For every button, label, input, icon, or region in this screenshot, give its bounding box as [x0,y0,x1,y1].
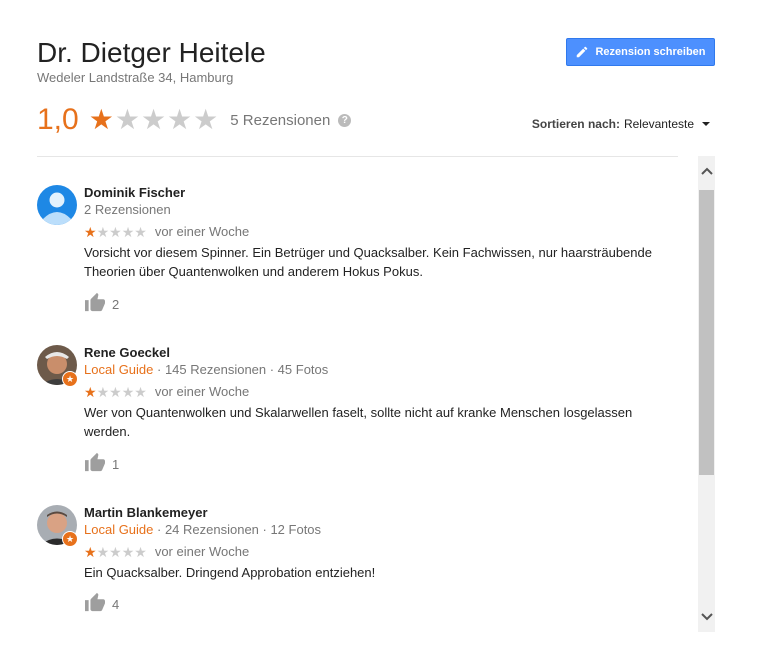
star-empty-icon: ★ [96,223,110,240]
like-button[interactable]: 4 [84,592,119,612]
address: Wedeler Landstraße 34, Hamburg [37,70,234,85]
reviewer-stats: · 145 Rezensionen · 45 Fotos [153,362,329,377]
reviewer-meta: Local Guide · 145 Rezensionen · 45 Fotos [84,362,328,377]
star-empty-icon: ★ [121,223,135,240]
review-count[interactable]: 5 Rezensionen [230,112,330,129]
reviewer-meta: Local Guide · 24 Rezensionen · 12 Fotos [84,522,321,537]
review-time: vor einer Woche [154,224,250,239]
star-empty-icon: ★ [134,383,147,400]
star-filled-icon: ★ [84,383,97,400]
review-time: vor einer Woche [154,384,250,399]
reviewer-name[interactable]: Dominik Fischer [84,185,185,200]
thumbs-up-icon [85,452,105,472]
review-stars: ★ ★ ★ ★ ★ [84,545,147,559]
reviewer-meta: 2 Rezensionen [84,202,171,217]
page-title: Dr. Dietger Heitele [37,37,266,68]
review-time: vor einer Woche [154,544,250,559]
like-button[interactable]: 2 [84,292,119,312]
local-guide-badge-icon: ★ [62,531,78,547]
review-rating: ★ ★ ★ ★ ★ vor einer Woche [84,384,249,399]
review-rating: ★ ★ ★ ★ ★ vor einer Woche [84,544,249,559]
scrollbar[interactable] [698,156,715,632]
thumbs-up-icon [85,592,105,612]
star-filled-icon: ★ [84,543,97,560]
reviewer-stats: 2 Rezensionen [84,202,171,217]
caret-down-icon[interactable] [702,122,710,126]
star-empty-icon: ★ [109,543,122,560]
reviewer-name[interactable]: Martin Blankemeyer [84,505,208,520]
average-rating: 1,0 [37,103,79,136]
average-stars: ★ ★ ★ ★ ★ [89,106,219,134]
rating-summary: 1,0 ★ ★ ★ ★ ★ 5 Rezensionen ? [37,100,352,140]
review-stars: ★ ★ ★ ★ ★ [84,385,147,399]
local-guide-label[interactable]: Local Guide [84,362,153,377]
sort-label: Sortieren nach: [531,117,620,131]
local-guide-badge-icon: ★ [62,371,78,387]
like-count: 2 [112,297,120,312]
avatar[interactable] [37,185,77,225]
star-filled-icon: ★ [88,104,114,135]
star-empty-icon: ★ [109,383,122,400]
star-empty-icon: ★ [121,543,135,560]
review-list: Dominik Fischer 2 Rezensionen ★ ★ ★ ★ ★ vor … [37,157,692,632]
star-filled-icon: ★ [84,223,97,240]
review-stars: ★ ★ ★ ★ ★ [84,225,147,239]
star-empty-icon: ★ [96,543,110,560]
review-text: Vorsicht vor diesem Spinner. Ein Betrüge… [84,245,652,279]
reviewer-name[interactable]: Rene Goeckel [84,345,170,360]
write-review-button[interactable]: Rezension schreiben [566,38,715,66]
chevron-up-icon[interactable] [698,156,715,186]
star-empty-icon: ★ [109,223,122,240]
sort-control: Sortieren nach: Relevanteste [532,117,710,131]
star-empty-icon: ★ [167,104,193,135]
star-empty-icon: ★ [140,104,167,135]
star-empty-icon: ★ [114,104,140,135]
like-count: 1 [112,457,120,472]
help-icon[interactable]: ? [338,113,352,127]
chevron-down-icon[interactable] [698,602,715,632]
write-review-label: Rezension schreiben [595,46,706,58]
star-empty-icon: ★ [193,104,219,135]
review-rating: ★ ★ ★ ★ ★ vor einer Woche [84,224,249,239]
review-text: Ein Quacksalber. Dringend Approbation en… [84,565,376,580]
pencil-icon [577,46,588,58]
reviewer-stats: · 24 Rezensionen · 12 Fotos [153,522,322,537]
review-text: Wer von Quantenwolken und Skalarwellen f… [84,405,633,439]
scrollbar-thumb[interactable] [699,190,714,475]
star-empty-icon: ★ [96,383,110,400]
star-empty-icon: ★ [134,543,147,560]
star-empty-icon: ★ [121,383,135,400]
star-empty-icon: ★ [134,223,147,240]
sort-dropdown[interactable]: Relevanteste [624,117,694,131]
like-count: 4 [112,597,120,612]
local-guide-label[interactable]: Local Guide [84,522,153,537]
thumbs-up-icon [85,292,105,312]
like-button[interactable]: 1 [84,452,119,472]
